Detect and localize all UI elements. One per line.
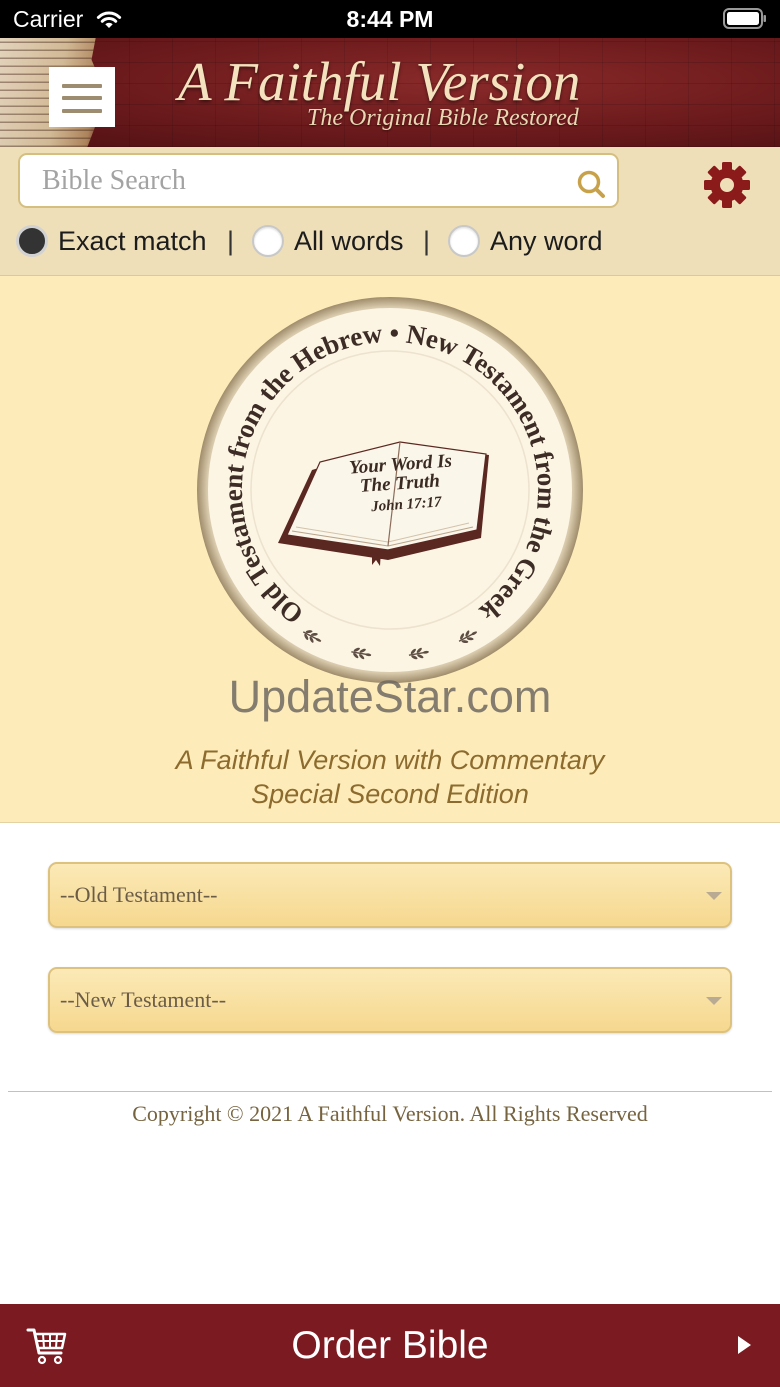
search-mode-label: Exact match	[58, 226, 207, 256]
select-value: --New Testament--	[60, 987, 227, 1012]
radio-indicator	[448, 225, 480, 257]
edition-title: A Faithful Version with Commentary	[175, 745, 605, 775]
old-testament-select[interactable]: --Old Testament--	[48, 862, 732, 928]
battery-icon	[723, 8, 766, 29]
status-bar: Carrier 8:44 PM	[0, 0, 780, 38]
chevron-down-icon	[706, 997, 722, 1005]
search-input[interactable]	[20, 155, 617, 206]
search-panel: Exact match | All words | Any word	[0, 147, 780, 276]
mode-separator: |	[227, 226, 235, 256]
search-mode-all-words[interactable]: All words	[252, 224, 404, 258]
logo-panel: Old Testament from the Hebrew • New Test…	[0, 276, 780, 823]
new-testament-select[interactable]: --New Testament--	[48, 967, 732, 1033]
search-mode-label: All words	[294, 226, 404, 256]
search-icon[interactable]	[575, 167, 607, 199]
hamburger-menu-icon	[49, 67, 115, 127]
play-arrow-icon	[738, 1336, 751, 1354]
mode-separator: |	[423, 226, 431, 256]
settings-button[interactable]	[703, 161, 751, 209]
select-value: --Old Testament--	[60, 882, 218, 907]
chevron-down-icon	[706, 892, 722, 900]
app-screen: Carrier 8:44 PM A Faithful Version The O…	[0, 0, 780, 1387]
radio-indicator	[16, 225, 48, 257]
search-mode-label: Any word	[490, 226, 603, 256]
clock-time: 8:44 PM	[346, 6, 434, 32]
order-bible-button[interactable]: Order Bible	[0, 1304, 780, 1387]
search-field	[18, 153, 619, 208]
bible-seal-logo: Old Testament from the Hebrew • New Test…	[197, 297, 583, 683]
app-subtitle: The Original Bible Restored	[307, 105, 579, 131]
search-mode-any-word[interactable]: Any word	[448, 224, 603, 258]
header-banner: A Faithful Version The Original Bible Re…	[0, 38, 780, 147]
edition-block: A Faithful Version with Commentary Speci…	[0, 743, 780, 811]
search-mode-exact-match[interactable]: Exact match	[16, 224, 207, 258]
menu-button[interactable]	[49, 67, 115, 127]
gear-icon	[704, 162, 750, 208]
radio-indicator	[252, 225, 284, 257]
footer-divider	[8, 1091, 772, 1092]
app-title: A Faithful Version	[178, 51, 581, 112]
copyright-text: Copyright © 2021 A Faithful Version. All…	[132, 1101, 648, 1126]
edition-subtitle: Special Second Edition	[251, 779, 529, 809]
order-bible-label: Order Bible	[291, 1324, 489, 1367]
watermark-text: UpdateStar.com	[228, 671, 552, 722]
